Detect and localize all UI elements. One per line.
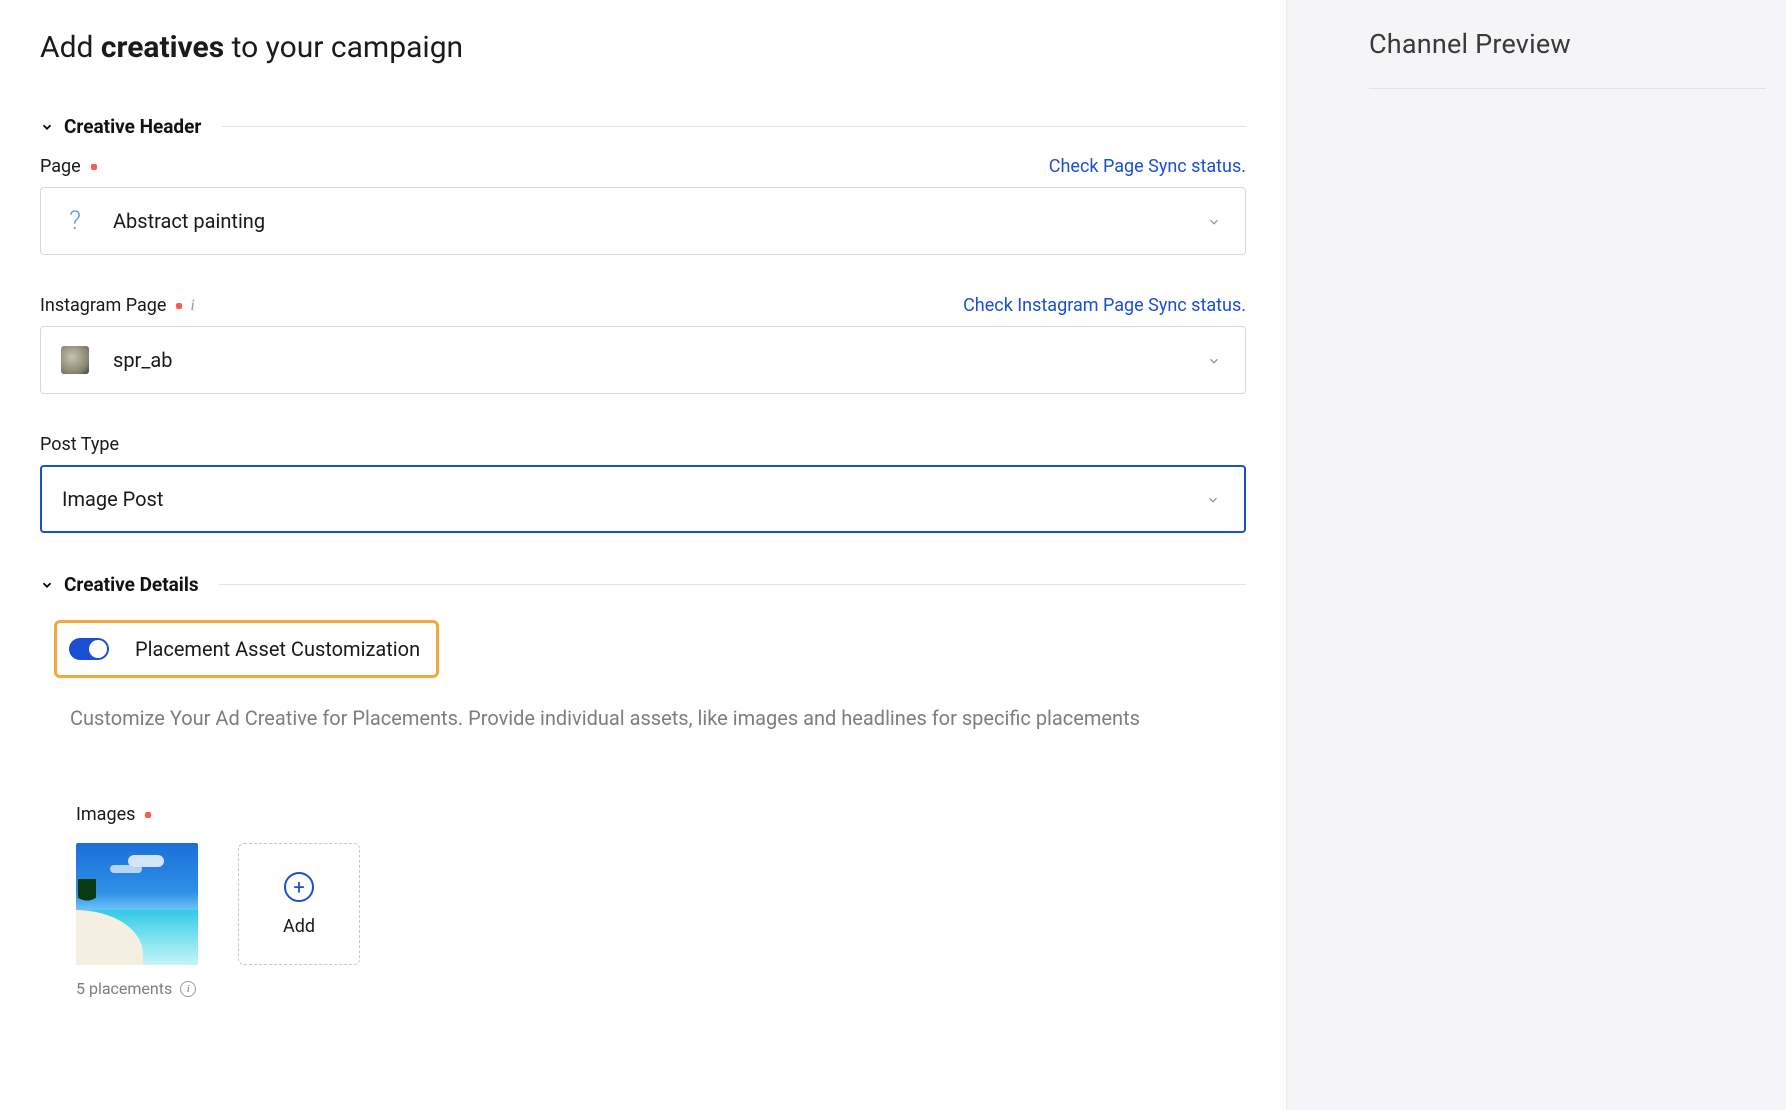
page-title-bold: creatives <box>101 30 224 65</box>
divider <box>221 126 1246 127</box>
post-type-select[interactable]: Image Post <box>40 465 1246 533</box>
required-dot-icon <box>176 303 182 309</box>
divider <box>219 584 1246 585</box>
page-title-prefix: Add <box>40 30 101 65</box>
add-label: Add <box>283 916 315 937</box>
instagram-select-value: spr_ab <box>113 348 172 372</box>
section-title: Creative Details <box>64 573 199 596</box>
placements-count: 5 placements i <box>76 979 198 998</box>
placement-asset-label: Placement Asset Customization <box>135 637 420 661</box>
page-select-value: Abstract painting <box>113 209 265 233</box>
chevron-down-icon <box>1207 214 1221 228</box>
page-field-row: Page Check Page Sync status. <box>40 156 1246 177</box>
placement-asset-toggle[interactable] <box>69 638 109 660</box>
instagram-field-row: Instagram Page i Check Instagram Page Sy… <box>40 295 1246 316</box>
plus-icon: + <box>284 872 314 902</box>
check-instagram-sync-link[interactable]: Check Instagram Page Sync status. <box>963 295 1246 316</box>
post-type-label: Post Type <box>40 434 119 455</box>
chevron-down-icon <box>40 120 54 134</box>
placement-asset-highlight: Placement Asset Customization <box>54 620 439 678</box>
info-icon[interactable]: i <box>180 981 196 997</box>
images-row: 5 placements i + Add <box>76 843 1246 998</box>
required-dot-icon <box>145 812 151 818</box>
info-icon[interactable]: i <box>190 297 194 315</box>
instagram-page-select[interactable]: spr_ab <box>40 326 1246 394</box>
channel-preview-panel: Channel Preview <box>1286 0 1786 1110</box>
avatar-icon <box>61 346 89 374</box>
placement-asset-description: Customize Your Ad Creative for Placement… <box>70 702 1170 734</box>
channel-preview-title: Channel Preview <box>1369 28 1766 89</box>
add-image-button[interactable]: + Add <box>238 843 360 965</box>
main-panel: Add creatives to your campaign Creative … <box>0 0 1286 1110</box>
image-item: 5 placements i <box>76 843 198 998</box>
chevron-down-icon <box>40 578 54 592</box>
instagram-field-label: Instagram Page i <box>40 295 195 316</box>
chevron-down-icon <box>1207 353 1221 367</box>
images-block: Images 5 placements i + Add <box>76 804 1246 998</box>
image-thumbnail[interactable] <box>76 843 198 965</box>
post-type-value: Image Post <box>62 487 163 511</box>
page-title: Add creatives to your campaign <box>40 30 1246 65</box>
images-label: Images <box>76 804 1246 825</box>
section-creative-details[interactable]: Creative Details <box>40 573 1246 596</box>
post-type-field-row: Post Type <box>40 434 1246 455</box>
check-page-sync-link[interactable]: Check Page Sync status. <box>1049 156 1246 177</box>
chevron-down-icon <box>1206 492 1220 506</box>
page-field-label: Page <box>40 156 97 177</box>
required-dot-icon <box>91 164 97 170</box>
section-creative-header[interactable]: Creative Header <box>40 115 1246 138</box>
page-select[interactable]: ? Abstract painting <box>40 187 1246 255</box>
question-icon: ? <box>61 207 89 235</box>
section-title: Creative Header <box>64 115 201 138</box>
page-title-suffix: to your campaign <box>224 30 463 65</box>
